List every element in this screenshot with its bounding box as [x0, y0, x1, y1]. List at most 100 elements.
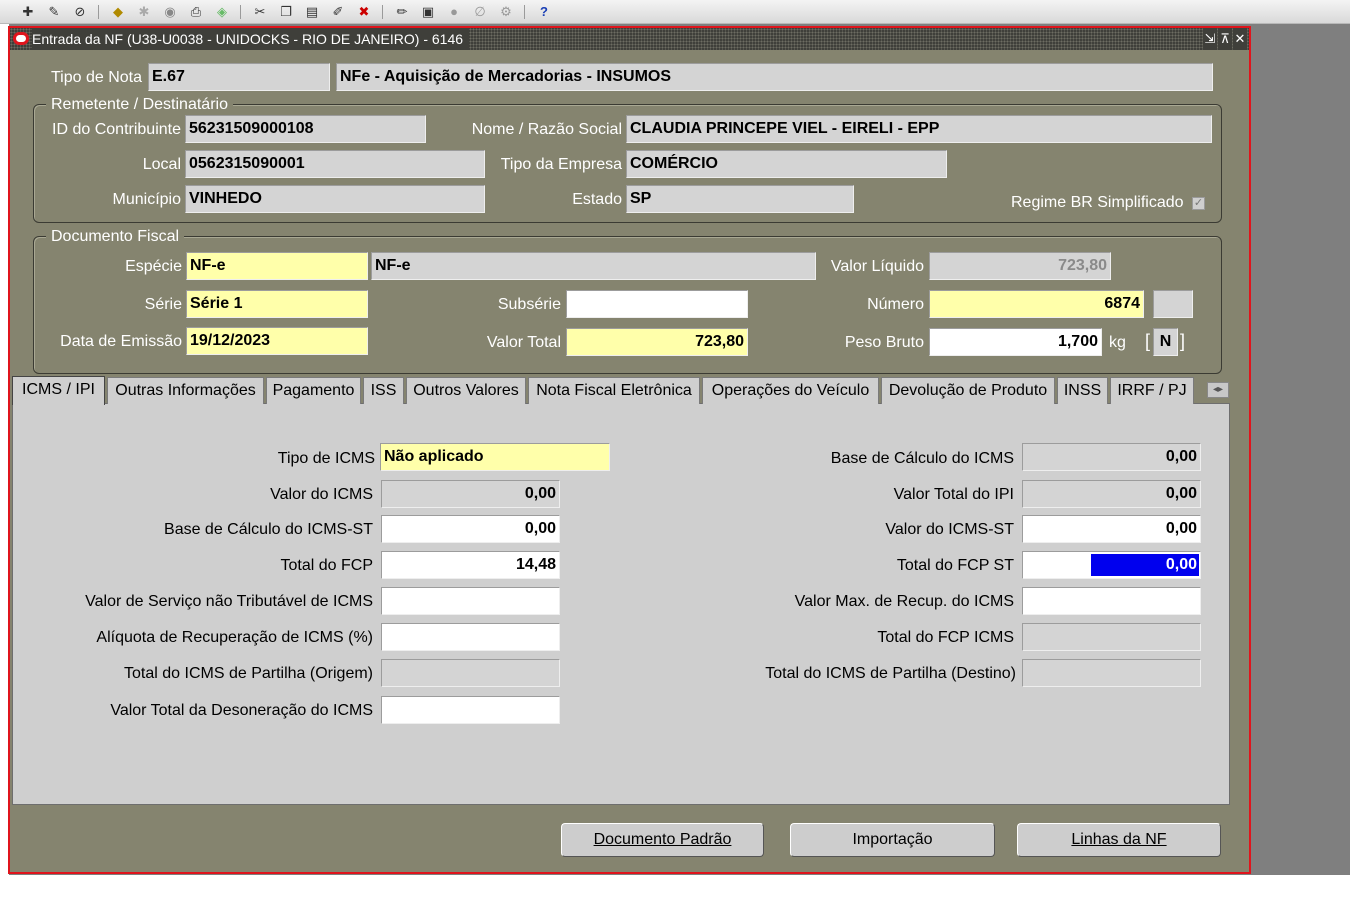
serie-field[interactable]: Série 1	[186, 290, 368, 318]
total-fcp-label: Total do FCP	[280, 557, 373, 574]
save-icon[interactable]: ◆	[110, 4, 126, 20]
copy-icon[interactable]: ❐	[278, 4, 294, 20]
restore-icon[interactable]: ⇲	[1203, 28, 1217, 50]
valor-liquido-field[interactable]: 723,80	[929, 252, 1111, 280]
especie-code-field[interactable]: NF-e	[186, 252, 368, 280]
next-step-icon[interactable]: ✱	[136, 4, 152, 20]
total-fcp-field[interactable]: 14,48	[381, 551, 560, 579]
zoom-icon[interactable]: ▣	[420, 4, 436, 20]
data-emissao-field[interactable]: 19/12/2023	[186, 327, 368, 355]
documento-padrao-button[interactable]: Documento Padrão	[561, 823, 764, 857]
folder-tools-icon[interactable]: ⚙	[498, 4, 514, 20]
aliquota-recuperacao-field[interactable]	[381, 623, 560, 651]
attachments-icon[interactable]: ∅	[472, 4, 488, 20]
regime-checkbox[interactable]: ✓	[1192, 197, 1205, 210]
documento-padrao-button-label: Documento Padrão	[593, 831, 732, 848]
tipo-icms-field[interactable]: Não aplicado	[380, 443, 610, 471]
estado-label: Estado	[572, 191, 622, 208]
local-field[interactable]: 0562315090001	[185, 150, 485, 178]
delete-record-icon[interactable]: ✖	[356, 4, 372, 20]
tab-nota-fiscal-eletronica[interactable]: Nota Fiscal Eletrônica	[528, 377, 700, 404]
clear-record-icon[interactable]: ✐	[330, 4, 346, 20]
window-titlebar[interactable]: Entrada da NF (U38-U0038 - UNIDOCKS - RI…	[10, 28, 1249, 50]
valor-ipi-label: Valor Total do IPI	[893, 486, 1014, 503]
subserie-field[interactable]	[566, 290, 748, 318]
base-icms-st-label: Base de Cálculo do ICMS-ST	[164, 521, 373, 538]
close-icon[interactable]: ✕	[1233, 28, 1247, 50]
especie-label: Espécie	[125, 258, 182, 275]
local-label: Local	[142, 156, 181, 173]
peso-unit-label: kg	[1109, 334, 1126, 351]
tab-devolucao-produto[interactable]: Devolução de Produto	[881, 377, 1055, 404]
tab-outras-informacoes[interactable]: Outras Informações	[107, 377, 264, 404]
valor-ipi-field[interactable]: 0,00	[1022, 480, 1201, 508]
fcp-icms-field[interactable]	[1022, 623, 1201, 651]
numero-field[interactable]: 6874	[929, 290, 1144, 318]
valor-liquido-label: Valor Líquido	[830, 258, 924, 275]
partilha-destino-label: Total do ICMS de Partilha (Destino)	[765, 665, 1016, 682]
max-recuperacao-field[interactable]	[1022, 587, 1201, 615]
new-icon[interactable]: ✚	[20, 4, 36, 20]
servico-nao-tributavel-field[interactable]	[381, 587, 560, 615]
tab-inss[interactable]: INSS	[1057, 377, 1108, 404]
fcp-st-selected-text: 0,00	[1091, 554, 1199, 576]
tab-outros-valores[interactable]: Outros Valores	[406, 377, 526, 404]
close-form-icon[interactable]: ◈	[214, 4, 230, 20]
linhas-nf-button[interactable]: Linhas da NF	[1017, 823, 1221, 857]
valor-total-label: Valor Total	[486, 334, 561, 351]
importacao-button-label: Importação	[852, 831, 933, 848]
maximize-icon[interactable]: ⊼	[1218, 28, 1232, 50]
base-icms-st-field[interactable]: 0,00	[381, 515, 560, 543]
tipo-nota-code-field[interactable]: E.67	[148, 63, 330, 91]
toolbar-separator	[240, 5, 241, 19]
id-contribuinte-field[interactable]: 56231509000108	[185, 115, 426, 143]
fcp-st-field[interactable]: 0,00	[1022, 551, 1201, 579]
toolbar-separator	[382, 5, 383, 19]
tipo-nota-desc-field[interactable]: NFe - Aquisição de Mercadorias - INSUMOS	[336, 63, 1213, 91]
tab-irrf-pj[interactable]: IRRF / PJ	[1110, 377, 1194, 404]
translations-icon[interactable]: ●	[446, 4, 462, 20]
tab-iss[interactable]: ISS	[363, 377, 404, 404]
municipio-field[interactable]: VINHEDO	[185, 185, 485, 213]
partilha-destino-field[interactable]	[1022, 659, 1201, 687]
especie-desc-field[interactable]: NF-e	[371, 252, 816, 280]
flag-field[interactable]: N	[1153, 328, 1178, 356]
cut-icon[interactable]: ✂	[252, 4, 268, 20]
desoneracao-field[interactable]	[381, 696, 560, 724]
tab-scroll-arrows-icon[interactable]: ◂▸	[1207, 382, 1229, 398]
estado-field[interactable]: SP	[626, 185, 854, 213]
servico-nao-tributavel-label: Valor de Serviço não Tributável de ICMS	[85, 593, 373, 610]
oracle-icon	[13, 32, 29, 45]
paste-icon[interactable]: ▤	[304, 4, 320, 20]
subserie-label: Subsérie	[497, 296, 561, 313]
valor-icms-st-field[interactable]: 0,00	[1022, 515, 1201, 543]
data-emissao-label: Data de Emissão	[60, 333, 182, 350]
base-icms-field[interactable]: 0,00	[1022, 443, 1201, 471]
nome-field[interactable]: CLAUDIA PRINCEPE VIEL - EIRELI - EPP	[626, 115, 1212, 143]
tipo-empresa-field[interactable]: COMÉRCIO	[626, 150, 947, 178]
find-icon[interactable]: ✎	[46, 4, 62, 20]
municipio-label: Município	[112, 191, 181, 208]
numero-label: Número	[867, 296, 924, 313]
linhas-nf-button-label: Linhas da NF	[1071, 831, 1167, 848]
toolbar-separator	[524, 5, 525, 19]
fcp-icms-label: Total do FCP ICMS	[877, 629, 1014, 646]
valor-total-field[interactable]: 723,80	[566, 328, 748, 356]
importacao-button[interactable]: Importação	[790, 823, 995, 857]
print-icon[interactable]: ⎙	[188, 4, 204, 20]
tipo-empresa-label: Tipo da Empresa	[500, 156, 622, 173]
peso-bruto-label: Peso Bruto	[844, 334, 924, 351]
tab-operacoes-veiculo[interactable]: Operações do Veículo	[702, 377, 879, 404]
partilha-origem-field[interactable]	[381, 659, 560, 687]
tipo-nota-label: Tipo de Nota	[51, 69, 143, 86]
peso-bruto-field[interactable]: 1,700	[929, 328, 1102, 356]
tab-icms-ipi[interactable]: ICMS / IPI	[12, 376, 105, 405]
valor-icms-field[interactable]: 0,00	[381, 480, 560, 508]
help-icon[interactable]: ?	[536, 4, 552, 20]
partilha-origem-label: Total do ICMS de Partilha (Origem)	[124, 665, 373, 682]
tab-pagamento[interactable]: Pagamento	[266, 377, 361, 404]
edit-field-icon[interactable]: ✏	[394, 4, 410, 20]
switch-resp-icon[interactable]: ◉	[162, 4, 178, 20]
numero-extra-field[interactable]	[1153, 290, 1193, 318]
navigator-icon[interactable]: ⊘	[72, 4, 88, 20]
